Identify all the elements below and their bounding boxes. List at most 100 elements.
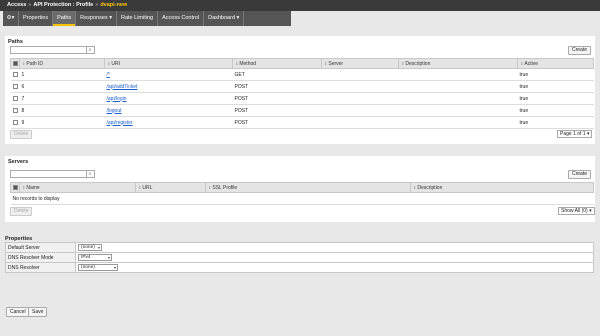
- table-row[interactable]: 1 /* GET true: [10, 68, 594, 81]
- row-checkbox[interactable]: [12, 107, 18, 113]
- servers-filter-input[interactable]: ⌕: [10, 170, 95, 178]
- tab-responses[interactable]: Responses ▾: [76, 11, 117, 26]
- table-row[interactable]: 6 /api/addTicket POST true: [10, 80, 594, 93]
- chevron-down-icon: ▾: [109, 15, 112, 21]
- uri-cell: /logout: [104, 104, 233, 117]
- server-cell: [321, 92, 399, 105]
- column-header[interactable]: ⇕URL: [135, 182, 206, 193]
- active-cell: true: [517, 116, 594, 129]
- table-row[interactable]: 7 /api/login POST true: [10, 92, 594, 105]
- row-checkbox[interactable]: [12, 119, 18, 125]
- select-all-cell[interactable]: [10, 182, 20, 193]
- table-empty-row: No records to display: [10, 192, 594, 205]
- table-row[interactable]: 8 /logout POST true: [10, 104, 594, 117]
- column-header[interactable]: ⇕Active: [517, 58, 594, 69]
- uri-link[interactable]: /logout: [107, 108, 122, 114]
- path-id-cell: 7: [19, 92, 105, 105]
- description-cell: [398, 104, 518, 117]
- dns-resolver-mode-select[interactable]: IPv4 ▾: [78, 254, 112, 261]
- uri-link[interactable]: /api/addTicket: [107, 84, 138, 90]
- tab-paths[interactable]: Paths: [53, 11, 77, 26]
- cancel-button[interactable]: Cancel: [6, 307, 30, 317]
- search-icon[interactable]: ⌕: [86, 47, 93, 53]
- column-header[interactable]: ⇕Description: [398, 58, 518, 69]
- servers-page-select[interactable]: Show All (0) ▾: [558, 207, 595, 215]
- dns-resolver-select[interactable]: (none) ▾: [78, 264, 118, 271]
- property-label: Default Server: [5, 242, 76, 253]
- path-id-cell: 1: [19, 68, 105, 81]
- uri-link[interactable]: /api/register: [107, 120, 133, 126]
- sort-icon: ⇕: [208, 184, 212, 190]
- row-checkbox[interactable]: [12, 83, 18, 89]
- paths-create-button[interactable]: Create: [568, 46, 592, 55]
- tab-access-control[interactable]: Access Control: [158, 11, 205, 26]
- property-row: Default Server (none) ▾: [5, 242, 594, 253]
- servers-delete-button[interactable]: Delete: [10, 207, 33, 216]
- search-icon[interactable]: ⌕: [86, 171, 93, 177]
- description-cell: [398, 92, 518, 105]
- property-label: DNS Resolver Mode: [5, 252, 76, 263]
- select-all-checkbox[interactable]: [13, 184, 18, 190]
- table-row[interactable]: 9 /api/register POST true: [10, 116, 594, 129]
- servers-table: ⇕Name ⇕URL ⇕SSL Profile ⇕Description No …: [10, 182, 594, 205]
- column-header[interactable]: ⇕Description: [410, 182, 594, 193]
- breadcrumb-section[interactable]: Access: [7, 2, 26, 8]
- tab-strip: ⚙▾ Properties Paths Responses ▾ Rate Lim…: [3, 11, 291, 26]
- row-select-cell[interactable]: [10, 80, 20, 93]
- select-value: (none): [81, 265, 95, 270]
- select-all-checkbox[interactable]: [13, 60, 18, 66]
- row-select-cell[interactable]: [10, 104, 20, 117]
- chevron-down-icon: ▾: [97, 245, 100, 250]
- property-row: DNS Resolver (none) ▾: [5, 262, 594, 273]
- empty-message: No records to display: [10, 192, 594, 205]
- column-header[interactable]: ⇕SSL Profile: [205, 182, 411, 193]
- sort-icon: ⇕: [413, 184, 417, 190]
- sort-icon: ⇕: [138, 184, 142, 190]
- column-header[interactable]: ⇕Name: [19, 182, 136, 193]
- chevron-down-icon: ▾: [107, 255, 110, 260]
- sort-icon: ⇕: [520, 60, 524, 66]
- chevron-down-icon: ▾: [236, 15, 240, 21]
- servers-panel: Servers ⌕ Create ⇕Name ⇕URL ⇕SSL Profile…: [5, 156, 595, 222]
- active-cell: true: [517, 92, 594, 105]
- column-header[interactable]: ⇕Server: [321, 58, 399, 69]
- breadcrumb-separator: »: [95, 2, 99, 8]
- column-header[interactable]: ⇕URI: [104, 58, 233, 69]
- paths-filter-input[interactable]: ⌕: [10, 46, 95, 54]
- row-select-cell[interactable]: [10, 116, 20, 129]
- uri-link[interactable]: /api/login: [107, 96, 127, 102]
- column-label: Path ID: [26, 60, 44, 67]
- row-checkbox[interactable]: [12, 71, 18, 77]
- tab-properties[interactable]: Properties: [19, 11, 54, 26]
- tab-rate-limiting[interactable]: Rate Limiting: [117, 11, 159, 26]
- uri-cell: /api/login: [104, 92, 233, 105]
- uri-cell: /api/register: [104, 116, 233, 129]
- description-cell: [398, 68, 518, 81]
- sort-icon: ⇕: [401, 60, 405, 66]
- uri-link[interactable]: /*: [107, 72, 110, 78]
- default-server-select[interactable]: (none) ▾: [78, 244, 102, 251]
- sort-icon: ⇕: [22, 60, 26, 66]
- select-value: IPv4: [81, 255, 91, 260]
- settings-menu-tab[interactable]: ⚙▾: [3, 11, 19, 26]
- property-value-cell: (none) ▾: [75, 242, 594, 253]
- servers-create-button[interactable]: Create: [568, 170, 592, 179]
- select-all-cell[interactable]: [10, 58, 20, 69]
- breadcrumb-area[interactable]: API Protection : Profile: [33, 2, 93, 8]
- row-select-cell[interactable]: [10, 68, 20, 81]
- paths-table: ⇕Path ID ⇕URI ⇕Method ⇕Server ⇕Descripti…: [10, 58, 594, 129]
- paths-delete-button[interactable]: Delete: [10, 130, 33, 139]
- properties-table: Default Server (none) ▾ DNS Resolver Mode…: [5, 242, 594, 273]
- row-checkbox[interactable]: [12, 95, 18, 101]
- tab-dashboard[interactable]: Dashboard ▾: [204, 11, 245, 26]
- server-cell: [321, 104, 399, 117]
- paths-page-select[interactable]: Page 1 of 1 ▾: [557, 130, 593, 138]
- sort-icon: ⇕: [107, 60, 111, 66]
- column-label: URI: [111, 60, 120, 67]
- method-cell: POST: [232, 104, 322, 117]
- column-header[interactable]: ⇕Path ID: [19, 58, 105, 69]
- save-button[interactable]: Save: [28, 307, 48, 317]
- table-header-row: ⇕Name ⇕URL ⇕SSL Profile ⇕Description: [10, 182, 594, 193]
- row-select-cell[interactable]: [10, 92, 20, 105]
- column-header[interactable]: ⇕Method: [232, 58, 322, 69]
